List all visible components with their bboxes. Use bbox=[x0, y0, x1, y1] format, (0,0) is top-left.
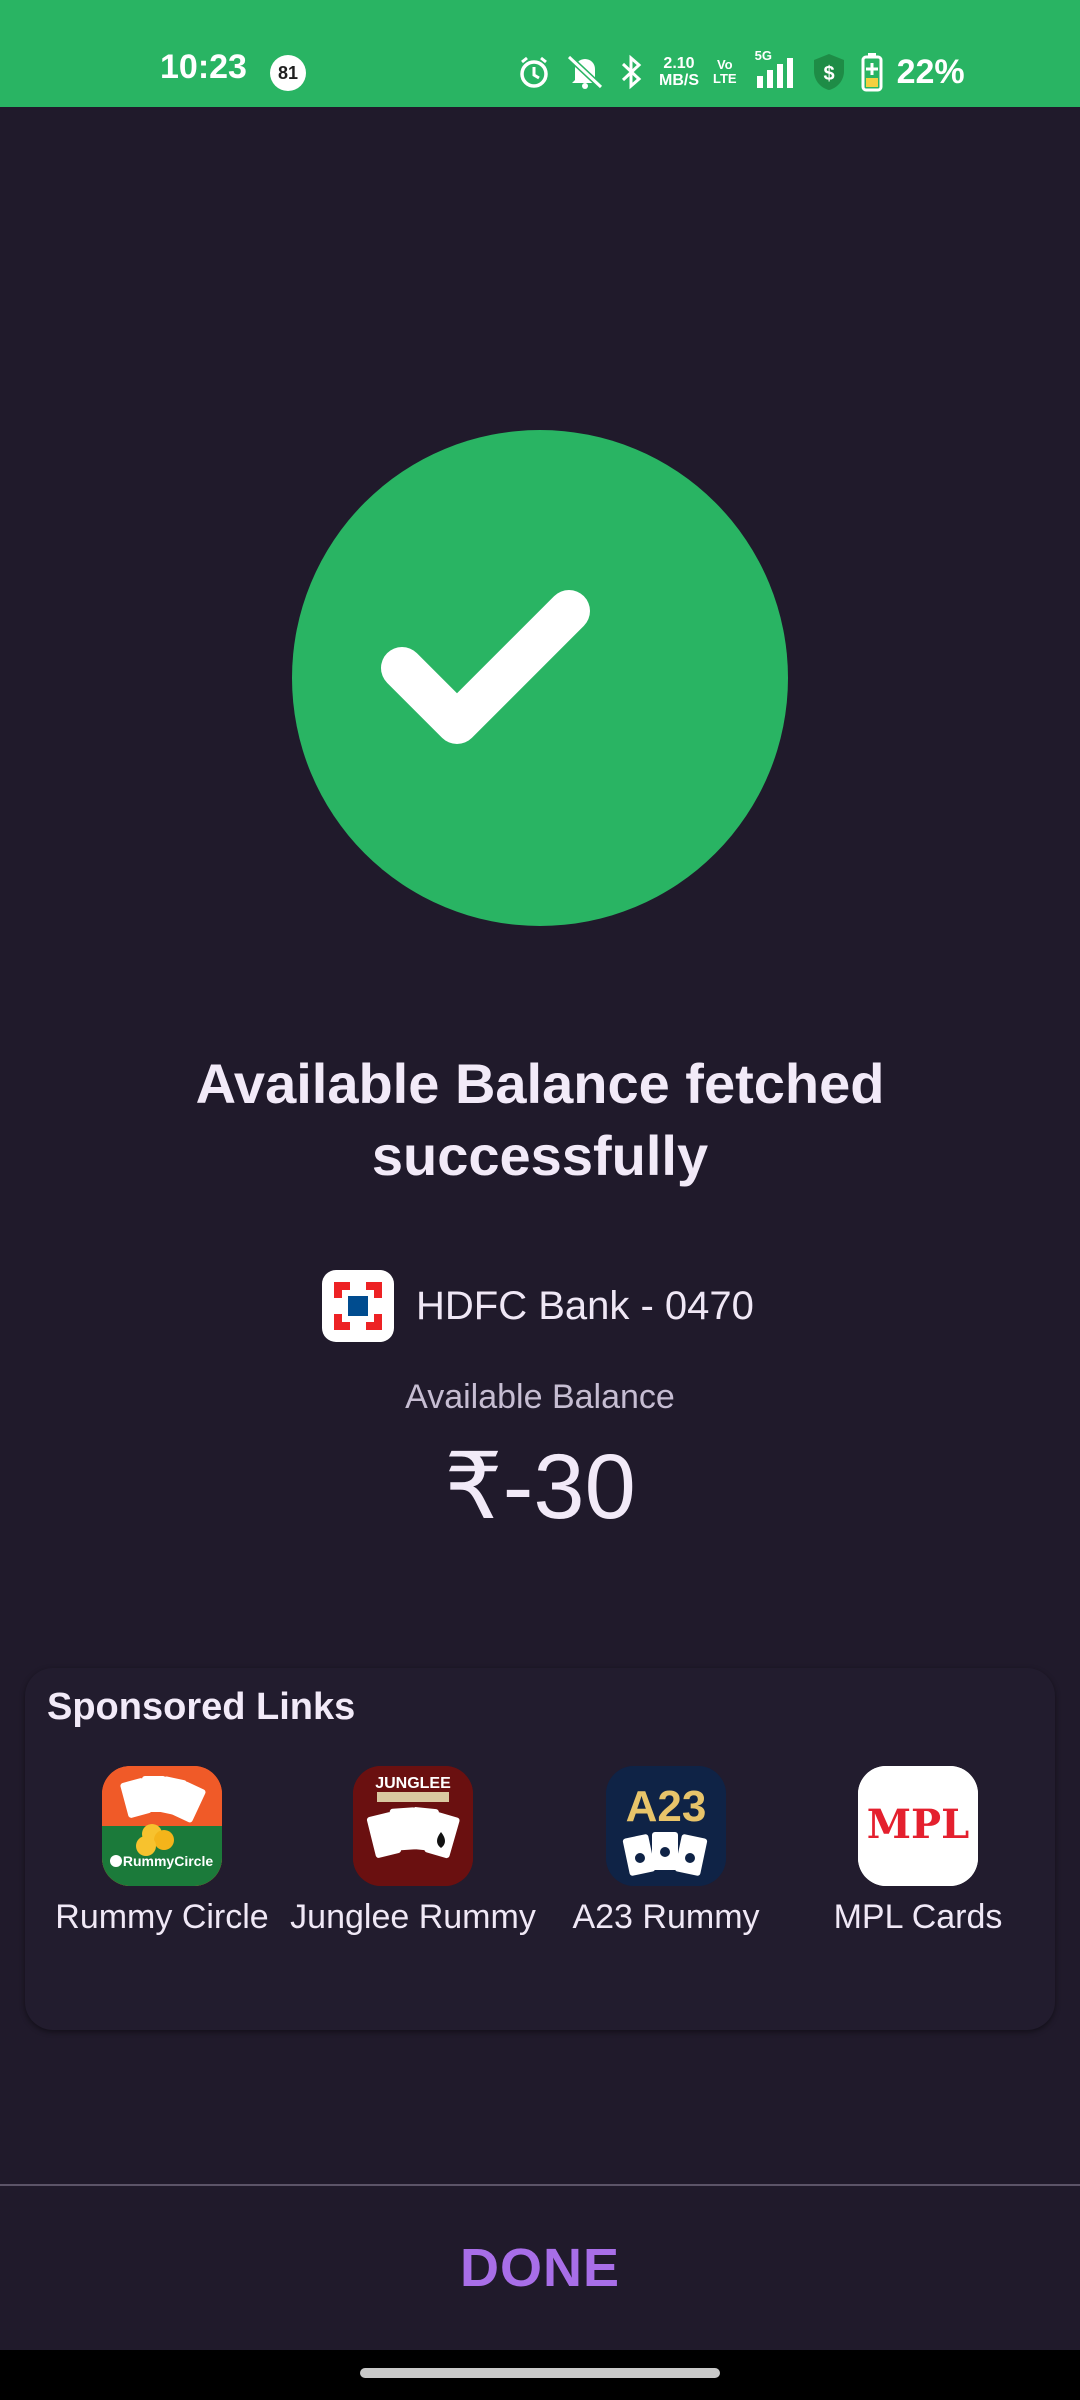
junglee-rummy-app-icon: JUNGLEE bbox=[353, 1766, 473, 1886]
rummy-circle-icon-text: RummyCircle bbox=[123, 1853, 213, 1869]
app-label: MPL Cards bbox=[833, 1898, 1003, 1936]
network-speed: 2.10 MB/S bbox=[659, 55, 699, 89]
bank-account-row: HDFC Bank - 0470 bbox=[322, 1270, 754, 1342]
sponsored-links-title: Sponsored Links bbox=[47, 1686, 356, 1728]
volte-top: Vo bbox=[716, 57, 733, 72]
status-bar: 10:23 81 2.10 MB/S Vo LTE 5G $ 22% bbox=[0, 0, 1080, 107]
balance-label: Available Balance bbox=[405, 1378, 675, 1416]
sponsored-app-a23-rummy[interactable]: A23 A23 Rummy bbox=[536, 1766, 796, 1939]
app-label: A23 Rummy bbox=[572, 1898, 760, 1936]
hdfc-bank-logo-icon bbox=[322, 1270, 394, 1342]
home-indicator[interactable] bbox=[360, 2368, 720, 2378]
volte-bottom: LTE bbox=[713, 71, 737, 86]
sponsored-app-mpl-cards[interactable]: MPL MPL Cards bbox=[788, 1766, 1048, 1939]
mpl-icon-text: MPL bbox=[867, 1801, 969, 1848]
balance-value: ₹-30 bbox=[444, 1436, 636, 1538]
status-icons: 2.10 MB/S Vo LTE 5G $ 22% bbox=[517, 48, 965, 96]
status-time: 10:23 bbox=[160, 48, 247, 86]
notification-count-badge: 81 bbox=[270, 55, 306, 91]
done-button[interactable]: DONE bbox=[390, 2222, 690, 2312]
a23-rummy-app-icon: A23 bbox=[606, 1766, 726, 1886]
battery-charging-icon bbox=[861, 52, 883, 92]
signal-icon: 5G bbox=[751, 48, 797, 90]
bank-name: HDFC Bank - 0470 bbox=[416, 1283, 754, 1328]
app-label: Junglee Rummy bbox=[290, 1898, 536, 1936]
sponsored-app-junglee-rummy[interactable]: JUNGLEE Junglee Rummy bbox=[283, 1766, 543, 1939]
mute-icon bbox=[565, 54, 605, 90]
mpl-cards-app-icon: MPL bbox=[858, 1766, 978, 1886]
network-speed-value: 2.10 bbox=[663, 55, 695, 72]
sponsored-app-rummy-circle[interactable]: RummyCircle Rummy Circle bbox=[32, 1766, 292, 1939]
volte-indicator: Vo LTE bbox=[713, 58, 737, 86]
footer-divider bbox=[0, 2184, 1080, 2186]
svg-text:$: $ bbox=[823, 63, 834, 85]
result-title: Available Balance fetched successfully bbox=[195, 1052, 885, 1187]
junglee-icon-text: JUNGLEE bbox=[375, 1775, 451, 1792]
a23-icon-text: A23 bbox=[626, 1782, 707, 1831]
success-check-icon bbox=[292, 430, 788, 926]
app-label: Rummy Circle bbox=[55, 1898, 269, 1936]
rummy-circle-app-icon: RummyCircle bbox=[102, 1766, 222, 1886]
alarm-icon bbox=[517, 55, 551, 89]
network-type: 5G bbox=[754, 48, 772, 63]
battery-percent: 22% bbox=[896, 52, 965, 91]
shield-dollar-icon: $ bbox=[811, 52, 847, 92]
bluetooth-icon bbox=[619, 54, 645, 90]
network-speed-unit: MB/S bbox=[659, 72, 699, 89]
